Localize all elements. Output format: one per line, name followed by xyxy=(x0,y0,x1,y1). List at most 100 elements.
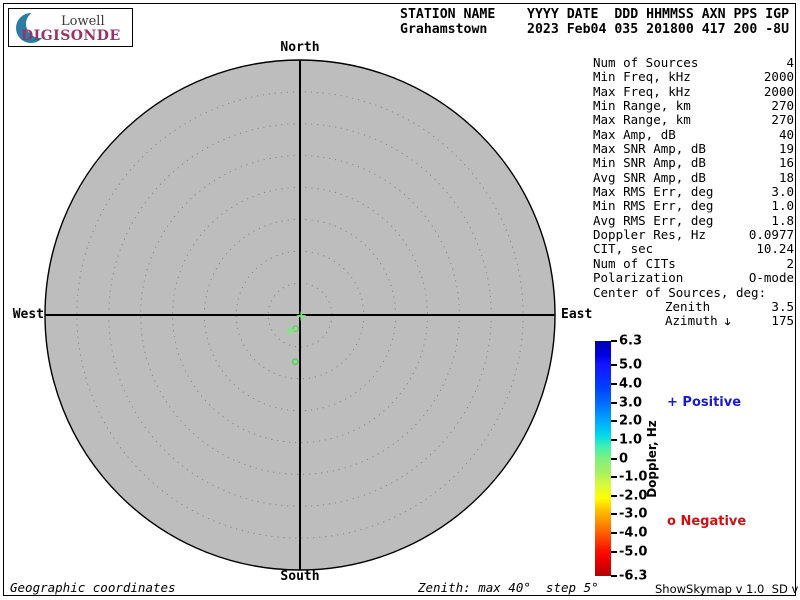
colorbar-tick xyxy=(611,401,617,404)
parameter-row: CIT, sec 10.24 xyxy=(593,241,794,257)
parameter-value: 2 xyxy=(786,255,794,271)
parameter-value: 3.5 xyxy=(771,298,794,314)
showskymap-window: Lowell DIGISONDE STATION NAME YYYY DATE … xyxy=(0,0,800,600)
parameter-row: Max SNR Amp, dB 19 xyxy=(593,141,794,157)
parameter-row: Zenith 3.5 xyxy=(593,298,794,314)
parameter-label: Center of Sources, deg: xyxy=(593,284,767,300)
colorbar-tick-label: 6.3 xyxy=(619,333,643,349)
colorbar-tick-label: -4.0 xyxy=(619,525,648,541)
colorbar-tick-label: 5.0 xyxy=(619,357,643,373)
parameter-row: Max Freq, kHz 2000 xyxy=(593,83,794,99)
parameter-label: Max Range, km xyxy=(593,112,691,128)
parameter-row: Polarization O-mode xyxy=(593,270,794,286)
colorbar-tick xyxy=(611,382,617,385)
parameter-label: Max Freq, kHz xyxy=(593,83,691,99)
colorbar-tick-label: 1.0 xyxy=(619,432,643,448)
parameter-label: Polarization xyxy=(593,270,684,286)
parameter-label: Min Range, km xyxy=(593,98,691,114)
parameter-value: 270 xyxy=(771,98,794,114)
parameter-row: Doppler Res, Hz 0.0977 xyxy=(593,227,794,243)
colorbar-tick-label: -1.0 xyxy=(619,469,648,485)
colorbar-tick xyxy=(611,513,617,516)
footer-version-label: ShowSkymap v 1.0 SD v 5.1 xyxy=(655,582,799,596)
parameter-row: Center of Sources, deg: xyxy=(593,284,794,300)
skymap-plot xyxy=(44,59,556,571)
parameter-row: Num of CITs 2 xyxy=(593,255,794,271)
colorbar-tick-label: -6.3 xyxy=(619,568,648,584)
parameter-label: Zenith xyxy=(665,298,711,314)
doppler-colorbar: 6.3 5.0 4.0 3.0 2.0 1.0 0 -1.0 -2.0 -3.0 -4.0 -5.0 -… xyxy=(595,334,647,584)
colorbar-tick xyxy=(611,438,617,441)
parameter-value: 4 xyxy=(786,55,794,70)
parameter-label: Max Amp, dB xyxy=(593,126,676,142)
parameter-row: Avg SNR Amp, dB 18 xyxy=(593,169,794,185)
legend-negative: o Negative xyxy=(667,514,747,529)
parameter-value: 2000 xyxy=(763,83,794,99)
colorbar-tick xyxy=(611,550,617,553)
parameter-value: O-mode xyxy=(748,270,794,286)
colorbar-tick-label: 0 xyxy=(619,451,629,466)
azimuth-direction-arrow-icon xyxy=(724,318,731,326)
colorbar-axis-label: Doppler, Hz xyxy=(645,420,659,498)
parameter-row: Min SNR Amp, dB 16 xyxy=(593,155,794,171)
colorbar-gradient xyxy=(595,341,611,576)
parameter-label: Azimuth xyxy=(665,313,732,328)
colorbar-tick-label: -3.0 xyxy=(619,506,648,522)
colorbar-tick-label: 4.0 xyxy=(619,376,643,392)
parameter-row: Max Range, km 270 xyxy=(593,112,794,128)
parameter-label: Max SNR Amp, dB xyxy=(593,141,706,157)
parameter-value: 1.0 xyxy=(771,198,794,214)
colorbar-tick xyxy=(611,476,617,479)
parameter-value: 18 xyxy=(778,169,794,185)
header-column-labels: STATION NAME YYYY DATE DDD HHMMSS AXN PP… xyxy=(400,7,790,22)
compass-label-east: East xyxy=(561,307,593,322)
parameter-label: Avg SNR Amp, dB xyxy=(593,169,706,185)
colorbar-tick xyxy=(611,575,617,577)
compass-label-west: West xyxy=(12,307,44,322)
colorbar-tick-label: 3.0 xyxy=(619,395,643,411)
parameter-value: 1.8 xyxy=(771,212,794,228)
colorbar-tick xyxy=(611,494,617,497)
parameter-value: 40 xyxy=(778,126,794,142)
parameter-label: Min SNR Amp, dB xyxy=(593,155,706,171)
parameter-row: Min Freq, kHz 2000 xyxy=(593,69,794,85)
parameter-label: CIT, sec xyxy=(593,241,654,257)
parameter-value: 0.0977 xyxy=(748,227,794,243)
colorbar-tick xyxy=(611,340,617,342)
parameter-row: Max RMS Err, deg 3.0 xyxy=(593,184,794,200)
parameter-label: Max RMS Err, deg xyxy=(593,184,714,200)
parameter-label: Doppler Res, Hz xyxy=(593,227,706,243)
parameter-label: Num of Sources xyxy=(593,55,699,70)
compass-label-south: South xyxy=(280,569,320,584)
colorbar-tick xyxy=(611,364,617,367)
parameter-label: Min Freq, kHz xyxy=(593,69,691,85)
logo-lowell-text: Lowell xyxy=(61,14,105,29)
parameter-row: Avg RMS Err, deg 1.8 xyxy=(593,212,794,228)
parameter-row: Min Range, km 270 xyxy=(593,98,794,114)
parameter-row: Min RMS Err, deg 1.0 xyxy=(593,198,794,214)
parameter-value: 2000 xyxy=(763,69,794,85)
colorbar-tick xyxy=(611,457,617,460)
parameter-row: Num of Sources 4 xyxy=(593,55,794,70)
colorbar-tick-label: 2.0 xyxy=(619,413,643,429)
footer-zenith-range-label: Zenith: max 40° step 5° xyxy=(418,580,599,595)
parameter-value: 19 xyxy=(778,141,794,157)
colorbar-tick xyxy=(611,532,617,535)
colorbar-tick-label: -5.0 xyxy=(619,544,648,560)
parameter-value: 175 xyxy=(771,313,794,329)
parameter-value: 16 xyxy=(778,155,794,171)
parameter-label: Avg RMS Err, deg xyxy=(593,212,714,228)
parameter-label: Min RMS Err, deg xyxy=(593,198,714,214)
compass-label-north: North xyxy=(280,40,320,55)
parameter-value: 10.24 xyxy=(756,241,794,257)
parameter-value: 3.0 xyxy=(771,184,794,200)
legend-positive: + Positive xyxy=(667,395,742,410)
footer-coordinates-label: Geographic coordinates xyxy=(10,580,176,595)
colorbar-tick xyxy=(611,420,617,423)
parameter-value: 270 xyxy=(771,112,794,128)
parameter-row: Max Amp, dB 40 xyxy=(593,126,794,142)
parameter-label: Num of CITs xyxy=(593,255,676,271)
colorbar-tick-label: -2.0 xyxy=(619,488,648,504)
parameter-list: Num of Sources 4 Min Freq, kHz 2000 Max Freq… xyxy=(593,55,794,329)
parameter-row: Azimuth 175 xyxy=(593,313,794,329)
